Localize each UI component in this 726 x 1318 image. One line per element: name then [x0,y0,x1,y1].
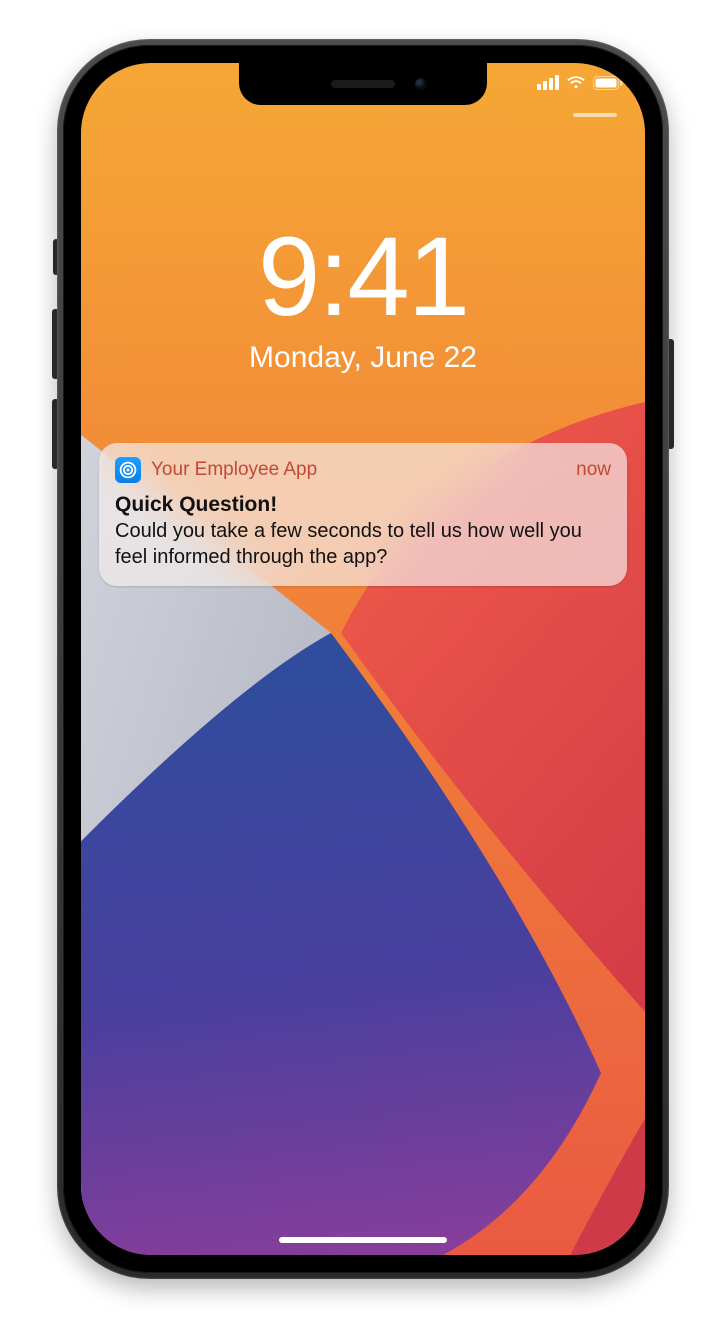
lock-clock: 9:41 Monday, June 22 [81,221,645,375]
home-indicator[interactable] [279,1237,447,1243]
stage: 9:41 Monday, June 22 Your Employee App n… [0,0,726,1318]
earpiece-speaker [331,80,395,88]
notification-card[interactable]: Your Employee App now Quick Question! Co… [99,443,627,586]
status-bar [537,75,623,90]
notification-header: Your Employee App now [115,457,611,483]
notification-body: Could you take a few seconds to tell us … [115,519,611,570]
lock-screen-indicator-line [573,113,617,117]
notification-app-icon [115,457,141,483]
cellular-signal-icon [537,75,559,90]
notification-app-name: Your Employee App [151,459,576,481]
notification-title: Quick Question! [115,493,611,517]
lock-date: Monday, June 22 [81,341,645,375]
front-camera [415,78,427,90]
screen[interactable]: 9:41 Monday, June 22 Your Employee App n… [81,63,645,1255]
lock-time: 9:41 [81,221,645,333]
battery-icon [593,76,623,90]
notification-time-label: now [576,459,611,481]
device-notch [239,63,487,105]
phone-device-mockup: 9:41 Monday, June 22 Your Employee App n… [57,39,669,1279]
wifi-icon [566,75,586,90]
